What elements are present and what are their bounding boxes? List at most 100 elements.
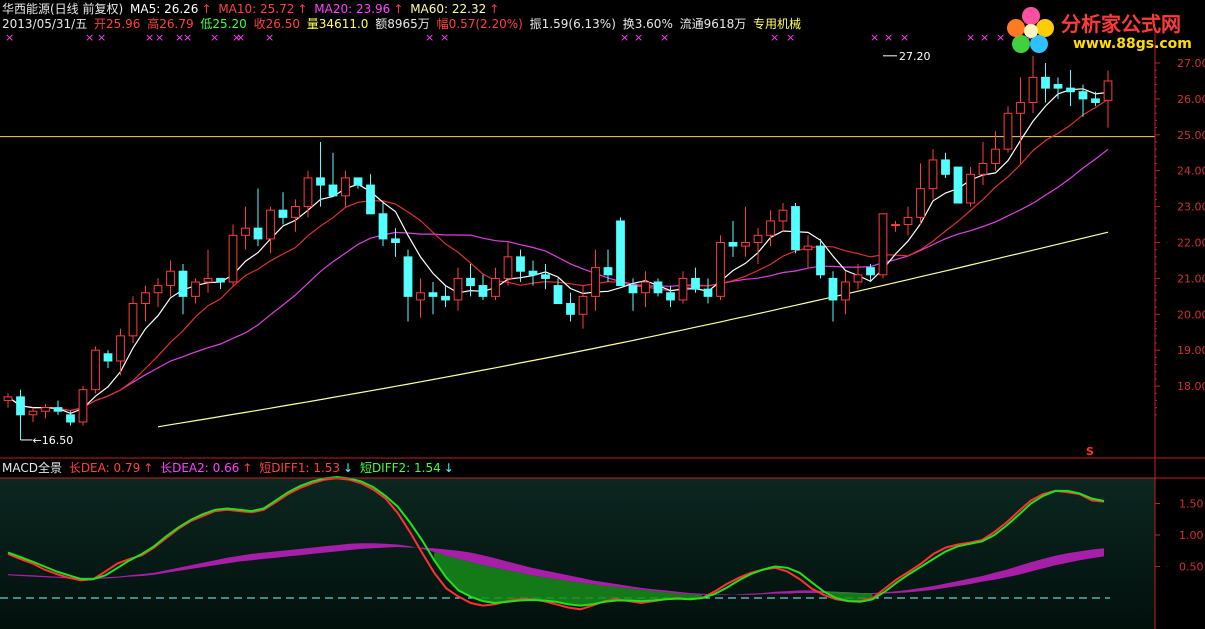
candle-body-down — [703, 288, 713, 297]
candle-body-up — [153, 285, 163, 294]
candle-body-up — [191, 281, 200, 297]
quote-amplitude: 振1.59(6.13%) — [529, 17, 616, 31]
quote-date: 2013/05/31/五 — [2, 17, 88, 31]
macd-header: MACD全景 长DEA: 0.79 ↑ 长DEA2: 0.66 ↑ 短DIFF1: … — [2, 461, 454, 475]
quote-amount: 额8965万 — [375, 17, 430, 31]
candle-body-up — [291, 206, 300, 218]
candle-body-down — [353, 177, 363, 186]
candle-body-up — [591, 267, 600, 297]
signal-x-marker: × — [634, 31, 643, 44]
stock-title: 华西能源(日线 前复权) — [2, 2, 124, 16]
ma10-readout: MA10: 25.72 — [218, 2, 295, 16]
candle-body-down — [428, 292, 438, 297]
watermark-url: www.88gs.com — [1073, 36, 1192, 52]
price-tick-label: 25.00 — [1177, 129, 1205, 142]
candle-body-down — [553, 285, 563, 305]
candle-body-up — [716, 242, 725, 297]
candle-body-down — [953, 166, 963, 204]
candle-body-down — [466, 277, 475, 287]
candle-body-up — [228, 234, 238, 283]
candle-body-down — [1066, 87, 1075, 93]
candle-body-down — [816, 245, 825, 276]
signal-x-marker: × — [440, 31, 449, 44]
candle-body-up — [91, 349, 100, 391]
signal-x-marker: × — [425, 31, 434, 44]
candle-body-down — [653, 281, 663, 294]
long-dea2-readout: 长DEA2: 0.66 — [160, 461, 240, 475]
candle-body-up — [578, 295, 588, 315]
chart-canvas[interactable]: 27.00 26.00 25.00 24.00 23.00 22.00 21.00 20.00… — [0, 0, 1205, 629]
quote-close: 收26.50 — [253, 17, 300, 31]
short-diff2-readout: 短DIFF2: 1.54 — [359, 461, 441, 475]
macd-panel-background — [0, 478, 1155, 629]
candle-body-down — [1053, 84, 1063, 89]
candle-body-up — [166, 270, 175, 287]
candle-body-down — [378, 213, 388, 240]
ma20-readout: MA20: 23.96 — [314, 2, 391, 16]
candle-body-down — [791, 206, 800, 251]
signal-x-marker: × — [900, 31, 909, 44]
candle-body-up — [416, 292, 425, 301]
candle-body-down — [516, 256, 525, 272]
candle-body-up — [303, 177, 313, 208]
candle-body-down — [691, 277, 700, 290]
candle-body-up — [916, 188, 925, 218]
candle-body-up — [28, 410, 38, 416]
candle-body-down — [316, 177, 325, 186]
candle-body-down — [53, 407, 63, 412]
candle-body-down — [941, 159, 950, 175]
candle-body-up — [203, 277, 213, 283]
candle-body-down — [566, 303, 575, 315]
candle-body-up — [803, 245, 813, 251]
candle-body-up — [453, 277, 463, 301]
candle-body-up — [966, 173, 975, 204]
candle-body-down — [728, 242, 738, 247]
signal-x-marker: × — [660, 31, 669, 44]
candle-body-up — [778, 209, 788, 222]
ma5-readout: MA5: 26.26 — [130, 2, 199, 16]
candle-body-up — [1003, 112, 1013, 150]
candle-body-up — [741, 242, 750, 247]
flower-icon — [1007, 7, 1054, 53]
price-tick-label: 22.00 — [1177, 237, 1205, 250]
macd-tick-label: 1.00 — [1179, 529, 1204, 542]
low-marker-label: ←16.50 — [33, 434, 74, 447]
candle-body-up — [1016, 101, 1025, 114]
candle-body-down — [628, 285, 638, 294]
candle-body-up — [878, 213, 888, 276]
candle-body-down — [1091, 98, 1100, 103]
signal-x-marker: × — [85, 31, 94, 44]
quote-high: 高26.79 — [147, 17, 194, 31]
candle-body-up — [141, 292, 150, 305]
ma10-line — [7, 98, 1109, 412]
candle-body-down — [253, 227, 263, 240]
watermark-logo: 分析家公式网 www.88gs.com — [1003, 2, 1203, 58]
price-tick-label: 23.00 — [1177, 201, 1205, 214]
candle-body-up — [641, 281, 650, 294]
candle-body-up — [903, 216, 913, 226]
candle-body-down — [478, 285, 488, 297]
candle-body-down — [391, 238, 400, 244]
candle-body-down — [866, 267, 875, 276]
signal-x-marker: × — [966, 31, 975, 44]
candle-body-down — [528, 270, 538, 276]
candle-body-up — [116, 335, 125, 362]
candle-body-up — [78, 389, 88, 423]
candle-body-up — [928, 159, 938, 190]
candle-body-down — [616, 220, 625, 287]
signal-x-marker: × — [870, 31, 879, 44]
candle-body-down — [666, 292, 675, 301]
price-tick-label: 24.00 — [1177, 165, 1205, 178]
candle-body-up — [678, 277, 688, 301]
price-tick-label: 21.00 — [1177, 272, 1205, 285]
ma60-line — [157, 231, 1109, 428]
candle-body-down — [16, 396, 25, 416]
macd-tick-label: 0.50 — [1179, 561, 1204, 574]
candle-body-down — [403, 256, 413, 297]
candle-body-up — [503, 256, 513, 279]
price-tick-label: 20.00 — [1177, 308, 1205, 321]
price-tick-label: 19.00 — [1177, 344, 1205, 357]
candle-body-down — [541, 274, 550, 279]
candle-body-up — [491, 277, 500, 297]
price-tick-label: 18.00 — [1177, 380, 1205, 393]
